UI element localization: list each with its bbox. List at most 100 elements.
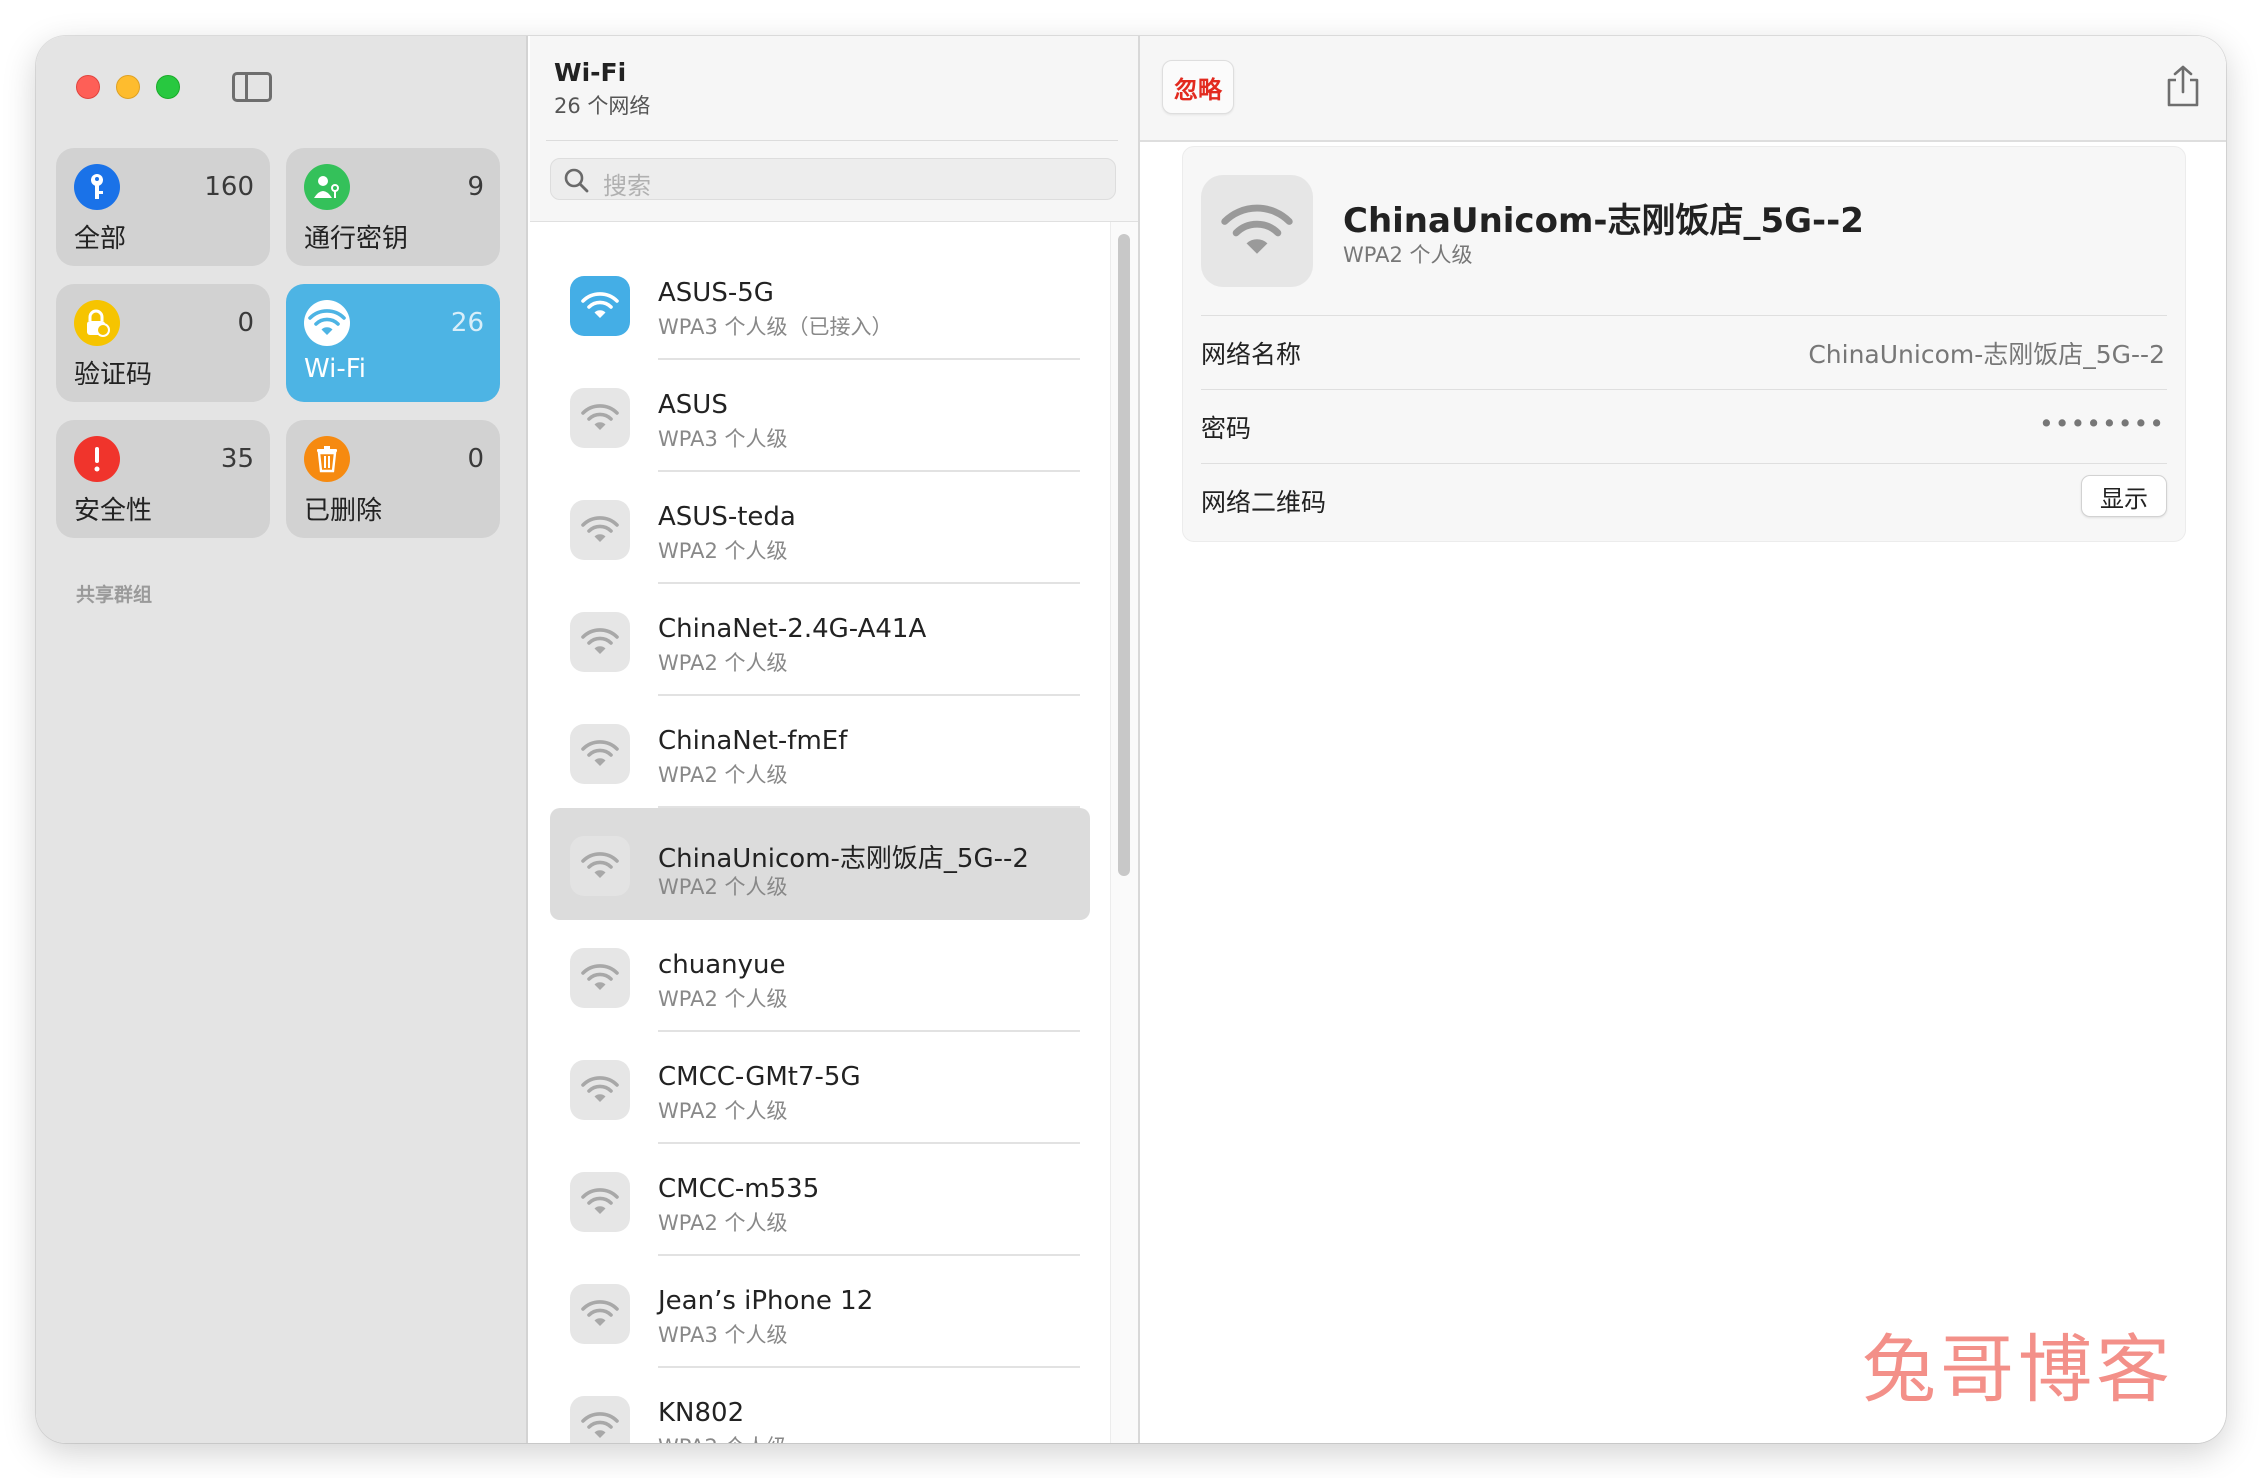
network-row[interactable]: KN802 WPA2 个人级 [550, 1368, 1090, 1443]
network-security: WPA2 个人级 [658, 987, 788, 1011]
zoom-window-button[interactable] [156, 75, 180, 99]
network-security: WPA2 个人级 [658, 1211, 788, 1235]
field-divider [1201, 463, 2167, 464]
network-security: WPA2 个人级 [658, 651, 788, 675]
network-row[interactable]: chuanyue WPA2 个人级 [550, 920, 1090, 1032]
network-icon [570, 500, 630, 560]
tile-count: 9 [467, 172, 484, 202]
minimize-window-button[interactable] [116, 75, 140, 99]
password-label: 密码 [1201, 414, 1252, 443]
tile-label: 验证码 [74, 360, 153, 390]
tile-count: 26 [450, 308, 484, 338]
network-row[interactable]: CMCC-m535 WPA2 个人级 [550, 1144, 1090, 1256]
exclamation-icon [74, 436, 120, 482]
wifi-icon [581, 292, 619, 318]
network-icon [570, 612, 630, 672]
detail-header: 忽略 [1140, 36, 2226, 142]
network-icon [570, 1172, 630, 1232]
network-name-label: 网络名称 [1201, 340, 1302, 369]
network-row[interactable]: ChinaUnicom-志刚饭店_5G--2 WPA2 个人级 [550, 808, 1090, 920]
tile-count: 0 [467, 444, 484, 474]
network-name: ASUS [658, 390, 728, 420]
wifi-icon [581, 964, 619, 990]
watermark-text: 兔哥博客 [1862, 1327, 2174, 1413]
network-list[interactable]: ASUS-5G WPA3 个人级（已接入） ASUS WPA3 个人级 ASUS-ted… [530, 222, 1138, 1443]
wifi-icon [581, 852, 619, 878]
network-name: CMCC-GMt7-5G [658, 1062, 861, 1092]
network-icon [570, 388, 630, 448]
wifi-icon [581, 628, 619, 654]
close-window-button[interactable] [76, 75, 100, 99]
sidebar-toggle-icon[interactable] [232, 72, 272, 102]
network-name: ASUS-5G [658, 278, 774, 308]
network-icon [570, 724, 630, 784]
network-security: WPA3 个人级（已接入） [658, 315, 893, 339]
search-placeholder: 搜索 [603, 172, 651, 200]
network-name: ChinaUnicom-志刚饭店_5G--2 [658, 844, 1029, 874]
network-name: Jean’s iPhone 12 [658, 1286, 874, 1316]
shared-groups-title: 共享群组 [76, 584, 153, 606]
network-list-column: Wi-Fi 26 个网络 搜索 ASUS-5G WPA3 个人级（已接入） ASUS… [530, 36, 1140, 1443]
field-divider [1201, 315, 2167, 316]
sidebar-tile[interactable]: 160 全部 [56, 148, 270, 266]
network-icon [570, 948, 630, 1008]
network-icon [570, 1284, 630, 1344]
network-row[interactable]: ASUS WPA3 个人级 [550, 360, 1090, 472]
network-count: 26 个网络 [554, 94, 651, 118]
network-security: WPA2 个人级 [1343, 243, 1473, 267]
network-name: ChinaNet-2.4G-A41A [658, 614, 927, 644]
search-input[interactable]: 搜索 [550, 158, 1116, 200]
network-row[interactable]: ASUS-5G WPA3 个人级（已接入） [550, 248, 1090, 360]
header-divider [546, 140, 1118, 141]
sidebar-tile[interactable]: 0 验证码 [56, 284, 270, 402]
network-icon [570, 1396, 630, 1443]
key-icon [74, 164, 120, 210]
wifi-icon [1221, 204, 1293, 254]
person-key-icon [304, 164, 350, 210]
sidebar-tile[interactable]: 26 Wi-Fi [286, 284, 500, 402]
wifi-icon [581, 1076, 619, 1102]
qr-code-label: 网络二维码 [1201, 488, 1327, 517]
network-security: WPA3 个人级 [658, 1323, 788, 1347]
network-name: chuanyue [658, 950, 786, 980]
tile-count: 160 [204, 172, 254, 202]
sidebar-tile[interactable]: 0 已删除 [286, 420, 500, 538]
network-security: WPA3 个人级 [658, 427, 788, 451]
network-title: ChinaUnicom-志刚饭店_5G--2 [1343, 201, 1864, 241]
scrollbar-thumb[interactable] [1118, 234, 1130, 876]
scrollbar-track[interactable] [1110, 222, 1138, 1443]
tile-label: 安全性 [74, 496, 153, 526]
network-icon [570, 836, 630, 896]
network-row[interactable]: ChinaNet-2.4G-A41A WPA2 个人级 [550, 584, 1090, 696]
tile-label: Wi-Fi [304, 354, 367, 384]
network-name-value[interactable]: ChinaUnicom-志刚饭店_5G--2 [1808, 335, 2165, 371]
network-row[interactable]: ASUS-teda WPA2 个人级 [550, 472, 1090, 584]
network-security: WPA2 个人级 [658, 875, 788, 899]
lock-clock-icon [74, 300, 120, 346]
share-icon[interactable] [2164, 64, 2202, 108]
tile-label: 通行密钥 [304, 224, 409, 254]
network-security: WPA2 个人级 [658, 1099, 788, 1123]
search-icon [564, 168, 589, 193]
sidebar-tile[interactable]: 35 安全性 [56, 420, 270, 538]
wifi-icon [581, 516, 619, 542]
sidebar: 160 全部 9 通行密钥 0 验证码 26 Wi-Fi 35 安全性 0 已删除 共享群组 [36, 36, 528, 1443]
list-header: Wi-Fi 26 个网络 搜索 [530, 36, 1138, 222]
tile-label: 已删除 [304, 496, 383, 526]
wifi-icon [581, 1412, 619, 1438]
show-qr-button[interactable]: 显示 [2081, 475, 2167, 517]
network-row[interactable]: CMCC-GMt7-5G WPA2 个人级 [550, 1032, 1090, 1144]
network-name: ChinaNet-fmEf [658, 726, 848, 756]
wifi-glyph [308, 309, 346, 335]
tile-count: 35 [220, 444, 254, 474]
ignore-button[interactable]: 忽略 [1162, 60, 1234, 114]
network-name: CMCC-m535 [658, 1174, 820, 1204]
tile-count: 0 [237, 308, 254, 338]
wifi-icon [581, 404, 619, 430]
passwords-window: 160 全部 9 通行密钥 0 验证码 26 Wi-Fi 35 安全性 0 已删除 共享群组 Wi-F… [36, 36, 2226, 1443]
network-row[interactable]: Jean’s iPhone 12 WPA3 个人级 [550, 1256, 1090, 1368]
tile-label: 全部 [74, 224, 127, 254]
sidebar-tile[interactable]: 9 通行密钥 [286, 148, 500, 266]
network-row[interactable]: ChinaNet-fmEf WPA2 个人级 [550, 696, 1090, 808]
password-value[interactable]: •••••••• [2039, 409, 2165, 438]
